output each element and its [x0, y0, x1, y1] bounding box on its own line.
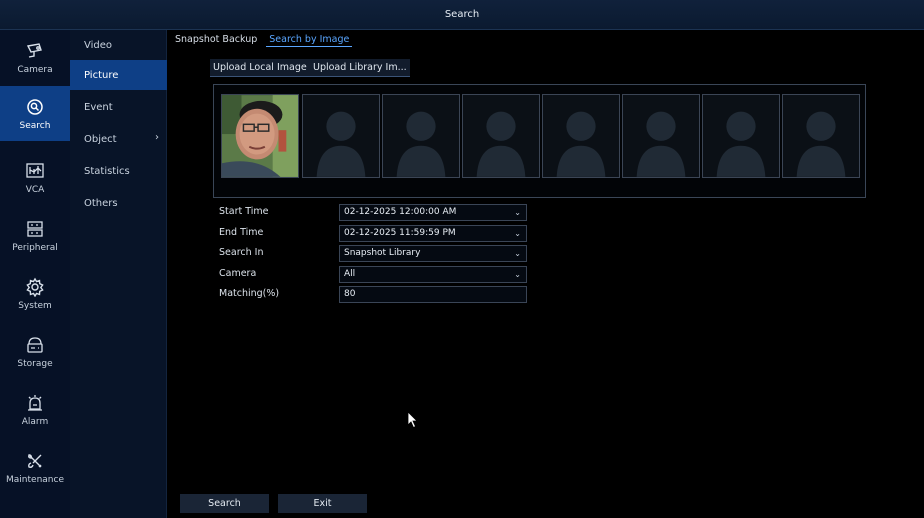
- nav-storage[interactable]: Storage: [0, 324, 70, 379]
- camera-icon: [26, 42, 42, 58]
- upload-local-image-button[interactable]: Upload Local Image: [210, 59, 310, 77]
- subnav-object[interactable]: Object ›: [70, 124, 167, 154]
- vca-icon: [26, 162, 44, 178]
- storage-icon: [27, 336, 43, 353]
- chevron-right-icon: ›: [155, 132, 159, 143]
- empty-face-slot[interactable]: [302, 94, 380, 178]
- empty-face-slot[interactable]: [782, 94, 860, 178]
- subnav-picture[interactable]: Picture: [70, 60, 167, 90]
- alarm-icon: [28, 394, 42, 411]
- subnav-event[interactable]: Event: [70, 92, 167, 122]
- empty-face-slot[interactable]: [462, 94, 540, 178]
- nav-search[interactable]: Search: [0, 86, 70, 141]
- subnav-statistics[interactable]: Statistics: [70, 156, 167, 186]
- mouse-cursor-icon: [407, 411, 418, 429]
- end-time-field[interactable]: 02-12-2025 11:59:59 PM ⌄: [339, 225, 527, 242]
- nav-maintenance[interactable]: Maintenance: [0, 440, 70, 495]
- person-placeholder-icon: [396, 111, 446, 177]
- person-placeholder-icon: [796, 111, 846, 177]
- search-in-select[interactable]: Snapshot Library ⌄: [339, 245, 527, 262]
- person-placeholder-icon: [636, 111, 686, 177]
- empty-face-slot[interactable]: [622, 94, 700, 178]
- end-time-label: End Time: [219, 227, 264, 238]
- search-button[interactable]: Search: [180, 494, 269, 513]
- search-icon: [27, 98, 43, 115]
- uploaded-face-photo[interactable]: [221, 94, 299, 178]
- empty-face-slot[interactable]: [382, 94, 460, 178]
- title-bar: Search: [0, 0, 924, 30]
- main-panel: Snapshot Backup Search by Image Upload L…: [167, 30, 924, 518]
- matching-label: Matching(%): [219, 288, 280, 299]
- tab-snapshot-backup[interactable]: Snapshot Backup: [172, 32, 260, 47]
- search-in-label: Search In: [219, 247, 264, 258]
- person-placeholder-icon: [476, 111, 526, 177]
- upload-library-image-button[interactable]: Upload Library Im...: [310, 59, 410, 77]
- chevron-down-icon: ⌄: [514, 208, 521, 217]
- matching-input[interactable]: 80: [339, 286, 527, 303]
- camera-label: Camera: [219, 268, 257, 279]
- person-placeholder-icon: [716, 111, 766, 177]
- image-gallery: [213, 84, 866, 198]
- peripheral-icon: [27, 220, 43, 237]
- main-nav: Camera Search VCA Peripheral System Stor…: [0, 30, 70, 518]
- chevron-down-icon: ⌄: [514, 249, 521, 258]
- tools-icon: [28, 453, 42, 468]
- camera-select[interactable]: All ⌄: [339, 266, 527, 283]
- subnav-video[interactable]: Video: [70, 30, 167, 60]
- chevron-down-icon: ⌄: [514, 229, 521, 238]
- chevron-down-icon: ⌄: [514, 270, 521, 279]
- exit-button[interactable]: Exit: [278, 494, 367, 513]
- nav-alarm[interactable]: Alarm: [0, 382, 70, 437]
- nav-system[interactable]: System: [0, 266, 70, 321]
- nav-vca[interactable]: VCA: [0, 150, 70, 205]
- empty-face-slot[interactable]: [542, 94, 620, 178]
- window-title: Search: [444, 9, 480, 20]
- start-time-field[interactable]: 02-12-2025 12:00:00 AM ⌄: [339, 204, 527, 221]
- tab-bar: Snapshot Backup Search by Image: [172, 32, 358, 47]
- tab-search-by-image[interactable]: Search by Image: [266, 32, 353, 47]
- nav-camera[interactable]: Camera: [0, 30, 70, 85]
- nav-peripheral[interactable]: Peripheral: [0, 208, 70, 263]
- subnav-others[interactable]: Others: [70, 188, 167, 218]
- start-time-label: Start Time: [219, 206, 269, 217]
- sub-nav: Video Picture Event Object › Statistics …: [70, 30, 167, 518]
- gear-icon: [26, 277, 44, 297]
- empty-face-slot[interactable]: [702, 94, 780, 178]
- person-placeholder-icon: [556, 111, 606, 177]
- face-photo-image: [222, 95, 298, 177]
- person-placeholder-icon: [316, 111, 366, 177]
